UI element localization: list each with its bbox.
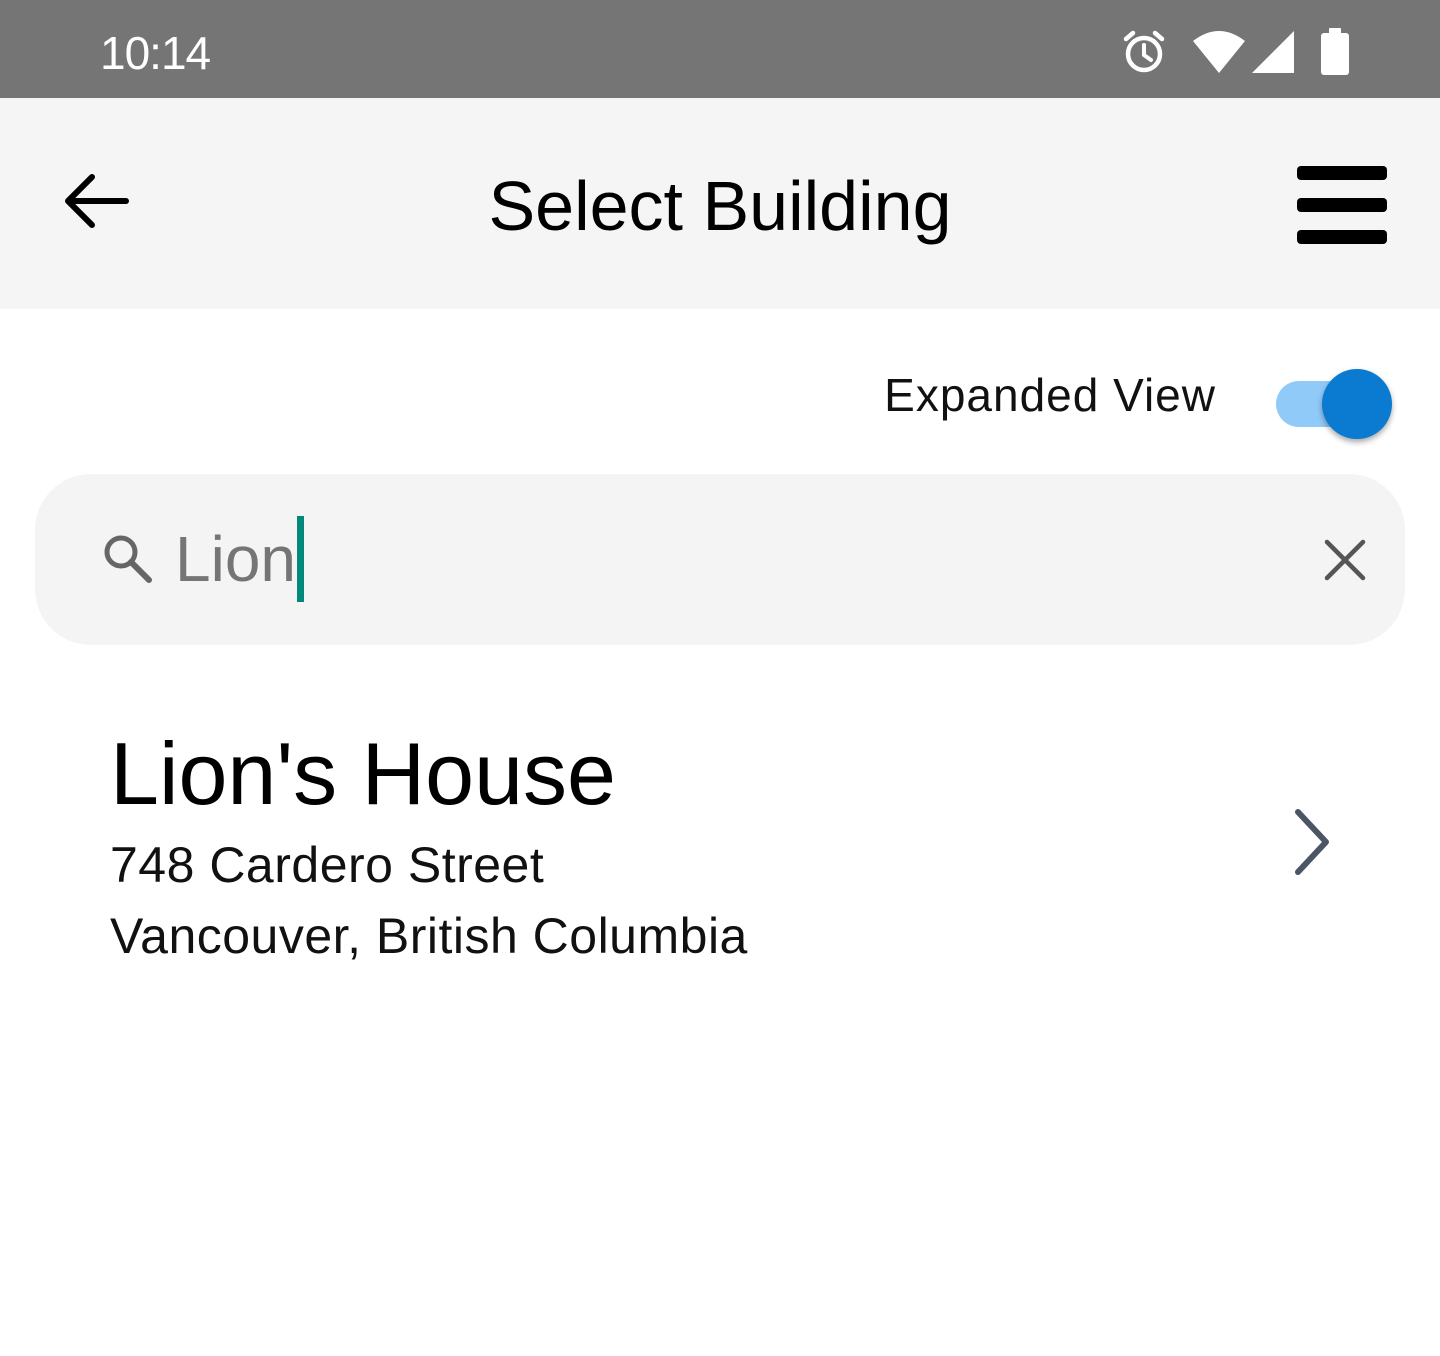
cell-signal-icon: [1250, 30, 1296, 74]
alarm-icon: [1120, 28, 1168, 76]
expanded-view-row: Expanded View: [0, 340, 1440, 450]
building-name: Lion's House: [110, 724, 616, 823]
status-bar: 10:14: [0, 0, 1440, 98]
battery-icon: [1320, 28, 1350, 76]
page-title: Select Building: [488, 167, 952, 245]
wifi-icon: [1192, 29, 1246, 75]
building-city: Vancouver, British Columbia: [110, 908, 748, 964]
building-list-item[interactable]: Lion's House 748 Cardero Street Vancouve…: [0, 700, 1440, 990]
text-caret: [297, 516, 304, 602]
expanded-view-toggle[interactable]: [1276, 355, 1394, 439]
close-icon: [1319, 539, 1371, 590]
search-input[interactable]: Lion: [173, 504, 304, 614]
search-box: Lion: [35, 474, 1405, 645]
building-street: 748 Cardero Street: [110, 837, 545, 893]
search-icon: [101, 532, 157, 588]
expanded-view-label: Expanded View: [884, 369, 1216, 421]
search-input-value: Lion: [175, 523, 296, 595]
status-time: 10:14: [100, 27, 211, 79]
status-icons: [1120, 26, 1350, 78]
chevron-right-icon: [1284, 806, 1344, 878]
clear-search-button[interactable]: [1319, 534, 1371, 586]
toggle-knob: [1322, 369, 1392, 439]
menu-button[interactable]: [1290, 160, 1394, 250]
app-bar: Select Building: [0, 98, 1440, 309]
